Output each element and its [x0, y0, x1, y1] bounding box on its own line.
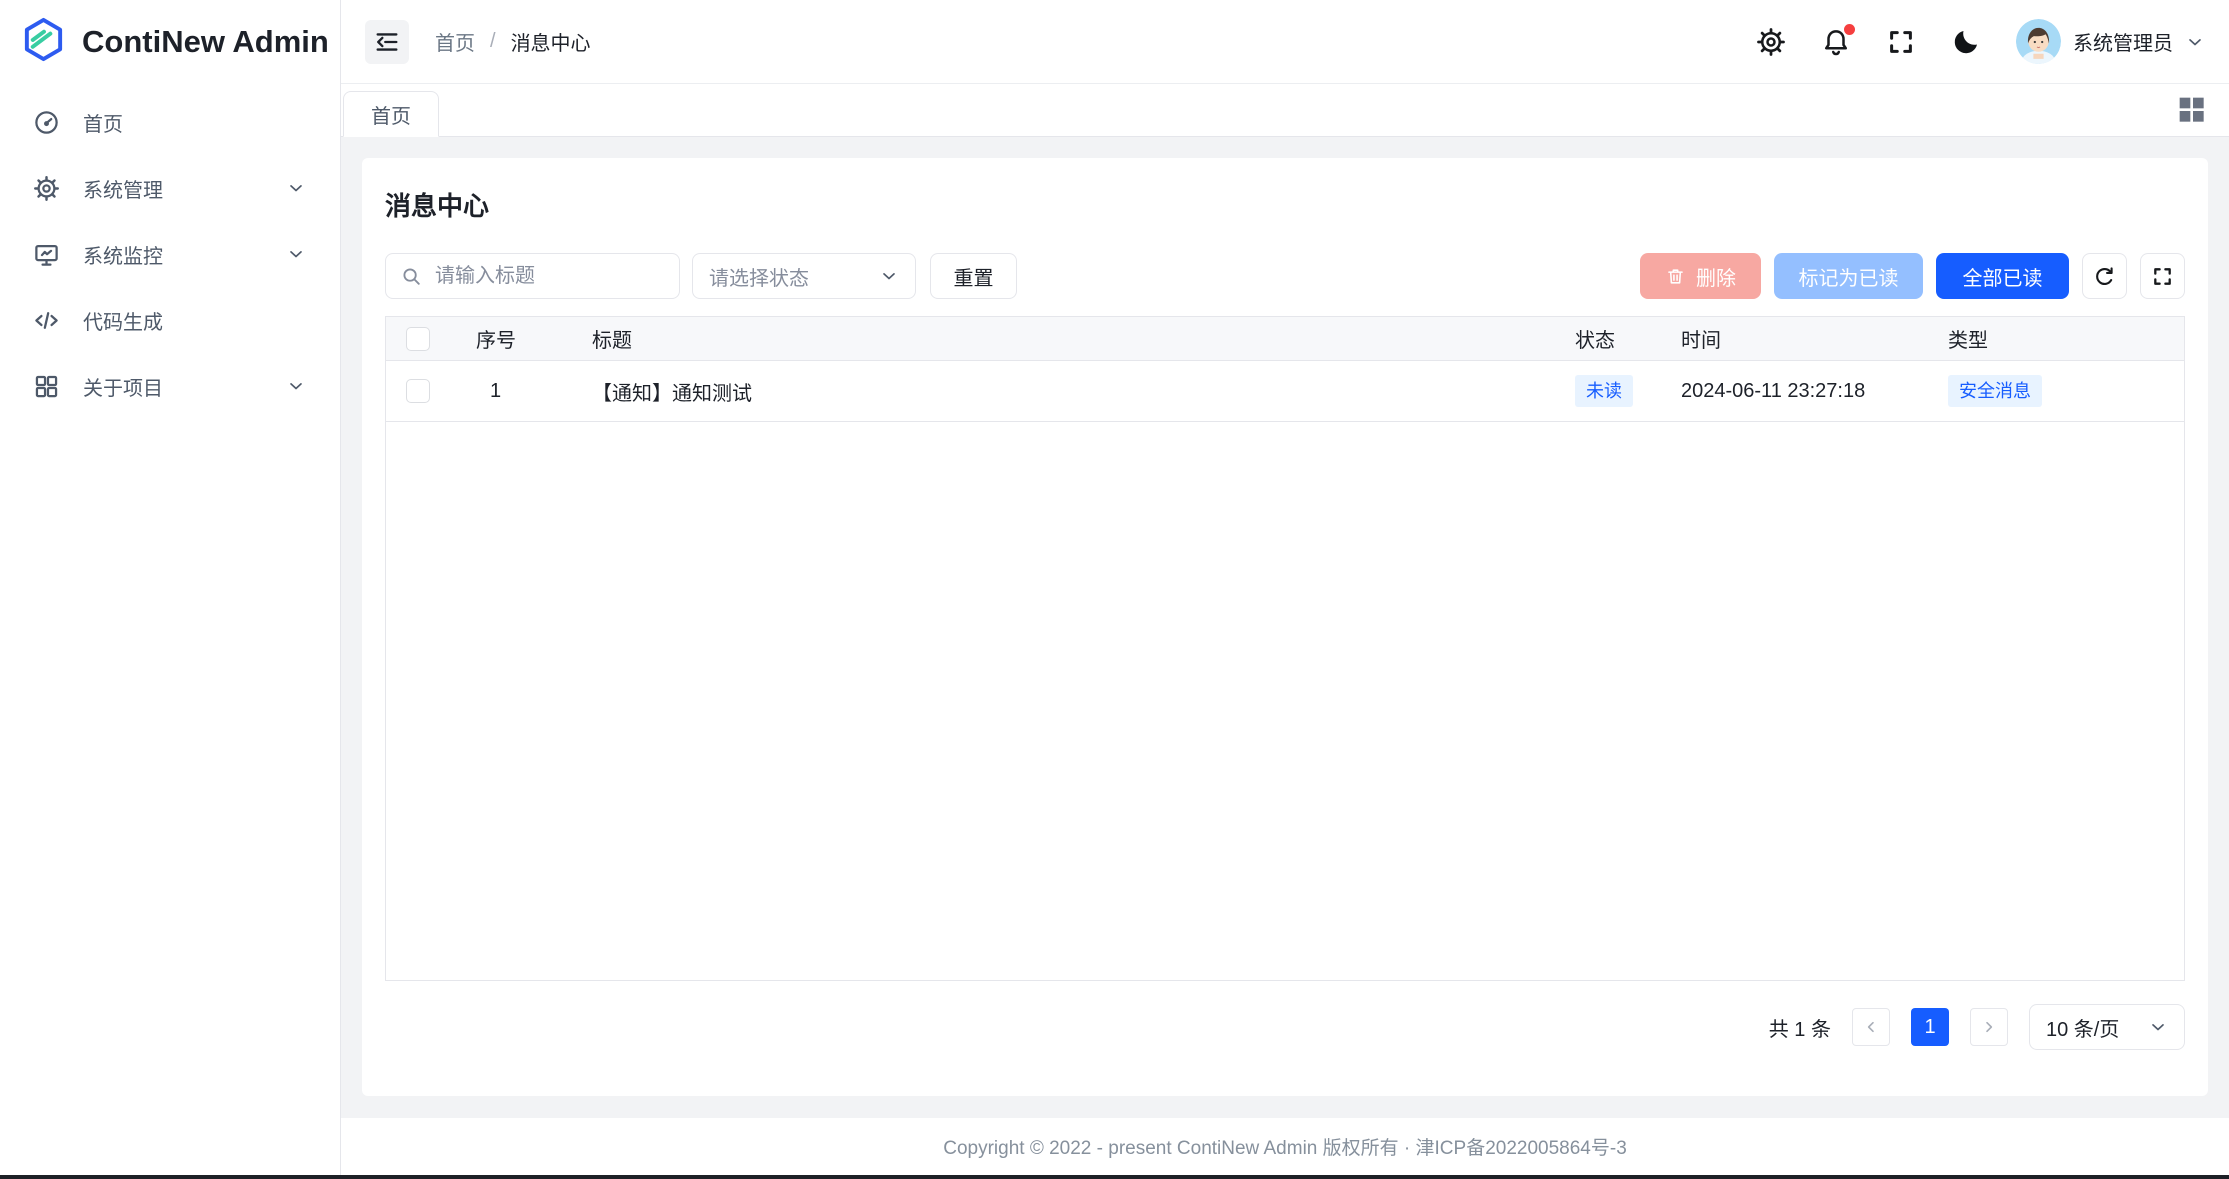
user-name: 系统管理员	[2073, 27, 2173, 56]
status-select[interactable]: 请选择状态	[692, 253, 916, 299]
chevron-down-icon	[2185, 32, 2205, 52]
type-badge: 安全消息	[1948, 375, 2042, 407]
monitor-icon	[33, 241, 60, 268]
pagination: 共 1 条 1 10 条/页	[385, 1004, 2185, 1050]
chevron-down-icon	[286, 376, 306, 396]
sidebar-collapse-button[interactable]	[365, 20, 409, 64]
search-input[interactable]	[433, 264, 665, 289]
delete-button[interactable]: 删除	[1640, 253, 1761, 299]
column-header-index: 序号	[460, 324, 590, 353]
menu-fold-icon	[373, 28, 401, 56]
next-page-button[interactable]	[1970, 1008, 2008, 1046]
pagination-total: 共 1 条	[1769, 1013, 1831, 1042]
sidebar-item-system-monitor[interactable]: 系统监控	[12, 226, 328, 282]
sidebar: ContiNew Admin 首页 系统管理 系	[0, 0, 341, 1175]
reset-button[interactable]: 重置	[930, 253, 1017, 299]
page-size-select[interactable]: 10 条/页	[2029, 1004, 2185, 1050]
apps-icon	[33, 373, 60, 400]
app-title: ContiNew Admin	[82, 24, 329, 60]
trash-icon	[1665, 266, 1686, 287]
sidebar-item-label: 首页	[83, 108, 123, 137]
top-header: 首页 / 消息中心	[341, 0, 2229, 84]
sidebar-item-code-generation[interactable]: 代码生成	[12, 292, 328, 348]
column-header-title: 标题	[590, 324, 1571, 353]
sidebar-menu: 首页 系统管理 系统监控 代码生成	[0, 84, 340, 434]
status-select-placeholder: 请选择状态	[709, 262, 809, 291]
tab-label: 首页	[371, 100, 411, 129]
header-actions: 系统管理员	[1756, 19, 2205, 64]
code-icon	[33, 307, 60, 334]
status-badge: 未读	[1575, 375, 1633, 407]
notification-bell-icon[interactable]	[1821, 27, 1851, 57]
sidebar-item-label: 系统监控	[83, 240, 163, 269]
chevron-right-icon	[1981, 1019, 1997, 1035]
avatar	[2016, 19, 2061, 64]
message-center-card: 消息中心 请选择状态 重置	[362, 158, 2208, 1096]
chevron-left-icon	[1863, 1019, 1879, 1035]
fullscreen-icon[interactable]	[1886, 27, 1916, 57]
dark-mode-moon-icon[interactable]	[1951, 27, 1981, 57]
row-index: 1	[460, 380, 590, 403]
prev-page-button[interactable]	[1852, 1008, 1890, 1046]
sidebar-item-label: 系统管理	[83, 174, 163, 203]
column-header-time: 时间	[1677, 324, 1944, 353]
chevron-down-icon	[286, 244, 306, 264]
page-footer: Copyright © 2022 - present ContiNew Admi…	[341, 1118, 2229, 1175]
user-menu[interactable]: 系统管理员	[2016, 19, 2205, 64]
chevron-down-icon	[879, 266, 899, 286]
app-logo[interactable]: ContiNew Admin	[0, 0, 340, 84]
all-read-button[interactable]: 全部已读	[1936, 253, 2069, 299]
search-icon	[400, 265, 422, 287]
tab-bar: 首页	[341, 84, 2229, 137]
row-checkbox[interactable]	[406, 379, 430, 403]
page-title: 消息中心	[385, 186, 2185, 223]
breadcrumb-home[interactable]: 首页	[435, 27, 475, 56]
main-area: 首页 / 消息中心	[341, 0, 2229, 1175]
expand-icon	[2151, 265, 2174, 288]
window-bottom-edge	[0, 1175, 2229, 1179]
content-area: 消息中心 请选择状态 重置	[341, 137, 2229, 1118]
gear-icon	[33, 175, 60, 202]
chevron-down-icon	[2148, 1017, 2168, 1037]
toolbar: 请选择状态 重置 删除 标记为已读 全部已读	[385, 253, 2185, 299]
table-row[interactable]: 1 【通知】通知测试 未读 2024-06-11 23:27:18 安全消息	[386, 361, 2184, 422]
table-empty-space	[386, 422, 2184, 980]
select-all-checkbox[interactable]	[406, 327, 430, 351]
chevron-down-icon	[286, 178, 306, 198]
breadcrumb-separator: /	[490, 30, 496, 53]
messages-table: 序号 标题 状态 时间 类型 1 【通知】通知测试 未读 2024-06-11 …	[385, 316, 2185, 981]
logo-hexagon-icon	[20, 16, 67, 68]
row-title: 【通知】通知测试	[590, 377, 1571, 406]
breadcrumb-current: 消息中心	[511, 27, 591, 56]
table-fullscreen-button[interactable]	[2140, 253, 2185, 299]
column-header-status: 状态	[1571, 324, 1677, 353]
tab-home[interactable]: 首页	[343, 91, 439, 137]
app-window: ContiNew Admin 首页 系统管理 系	[0, 0, 2229, 1175]
table-header-row: 序号 标题 状态 时间 类型	[386, 317, 2184, 361]
sidebar-item-home[interactable]: 首页	[12, 94, 328, 150]
sidebar-item-system-management[interactable]: 系统管理	[12, 160, 328, 216]
dashboard-icon	[33, 109, 60, 136]
sidebar-item-about-project[interactable]: 关于项目	[12, 358, 328, 414]
sidebar-item-label: 代码生成	[83, 306, 163, 335]
notification-dot	[1844, 24, 1855, 35]
tab-grid-icon[interactable]	[2175, 93, 2207, 125]
column-header-type: 类型	[1944, 324, 2184, 353]
title-search-field[interactable]	[385, 253, 680, 299]
breadcrumb: 首页 / 消息中心	[435, 27, 591, 56]
copyright-text: Copyright © 2022 - present ContiNew Admi…	[943, 1133, 1627, 1160]
toolbar-actions: 删除 标记为已读 全部已读	[1640, 253, 2185, 299]
refresh-button[interactable]	[2082, 253, 2127, 299]
mark-read-button[interactable]: 标记为已读	[1774, 253, 1923, 299]
page-size-value: 10 条/页	[2046, 1013, 2119, 1042]
settings-icon[interactable]	[1756, 27, 1786, 57]
refresh-icon	[2093, 265, 2116, 288]
current-page-button[interactable]: 1	[1911, 1008, 1949, 1046]
sidebar-item-label: 关于项目	[83, 372, 163, 401]
row-time: 2024-06-11 23:27:18	[1677, 380, 1944, 403]
